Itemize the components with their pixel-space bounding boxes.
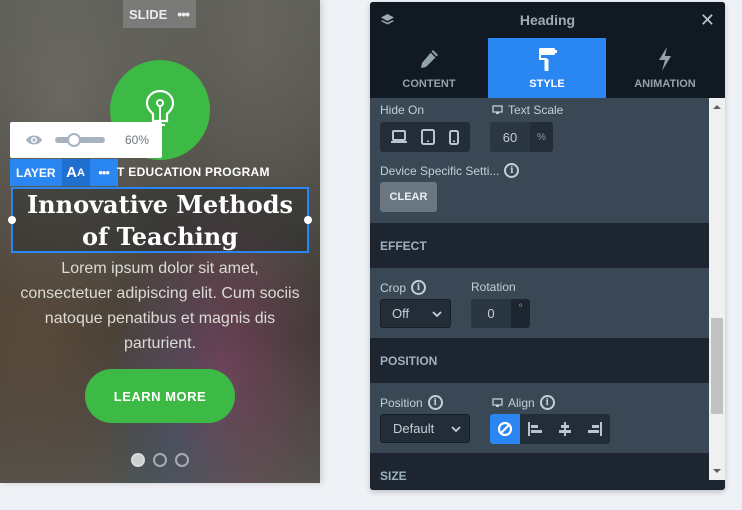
info-icon[interactable]: i [539, 395, 555, 410]
layer-toolbar[interactable]: LAYER AA ••• [10, 159, 118, 186]
hide-on-label: Hide On [380, 103, 425, 117]
scrollbar-thumb[interactable] [711, 318, 723, 414]
panel-header[interactable]: Heading ✕ [370, 2, 725, 38]
device-specific-label-text: Device Specific Setti... [380, 163, 500, 178]
rotation-unit: ° [518, 303, 523, 314]
info-icon[interactable]: i [427, 395, 443, 410]
panel-scrollbar[interactable] [709, 98, 725, 480]
slide-toolbar[interactable]: SLIDE ••• [123, 0, 196, 28]
hide-on-toggle-group [380, 122, 470, 152]
monitor-icon [492, 105, 503, 114]
tab-style-label: STYLE [529, 78, 565, 90]
none-icon [497, 421, 513, 437]
rotation-label: Rotation [471, 280, 516, 294]
resize-handle-left[interactable] [8, 216, 16, 224]
info-icon[interactable]: i [411, 280, 427, 295]
position-label-text: Position [380, 395, 423, 410]
lightning-icon [659, 47, 671, 71]
layer-button[interactable]: LAYER [10, 159, 62, 186]
eye-icon[interactable] [25, 133, 43, 147]
tab-content-label: CONTENT [402, 78, 456, 90]
layer-settings-panel: Heading ✕ CONTENT STYLE ANIMATION Hide O… [370, 2, 725, 490]
learn-more-button[interactable]: LEARN MORE [85, 369, 235, 423]
opacity-popup: 60% [10, 122, 162, 158]
tablet-icon[interactable] [421, 129, 435, 145]
tab-animation[interactable]: ANIMATION [606, 38, 724, 98]
crop-label: Crop i [380, 280, 427, 295]
tab-style[interactable]: STYLE [488, 38, 606, 98]
align-label: Align i [492, 395, 555, 410]
panel-tabs: CONTENT STYLE ANIMATION [370, 38, 725, 98]
size-section-header[interactable]: SIZE [370, 453, 709, 480]
align-toggle-group [490, 414, 610, 444]
position-select[interactable]: Default [380, 414, 470, 443]
text-scale-label-text: Text Scale [508, 103, 564, 117]
align-none-button[interactable] [490, 414, 520, 444]
slide-label: SLIDE [129, 6, 168, 22]
font-icon[interactable]: AA [61, 159, 90, 186]
position-section: Position i Default Align i [370, 383, 709, 453]
resize-handle-right[interactable] [304, 216, 312, 224]
pencil-icon [421, 50, 438, 68]
align-left-icon [528, 422, 542, 436]
layers-icon[interactable] [380, 13, 395, 27]
scroll-up-arrow-icon[interactable] [713, 105, 721, 109]
align-right-button[interactable] [580, 414, 610, 444]
position-select-value: Default [393, 421, 435, 436]
text-scale-unit: % [537, 131, 546, 143]
crop-label-text: Crop [380, 280, 407, 295]
info-icon[interactable]: i [504, 163, 520, 178]
slide-dot-1[interactable] [131, 453, 145, 467]
layer-more-button[interactable]: ••• [89, 159, 118, 186]
position-label: Position i [380, 395, 443, 410]
slide-preview[interactable]: SLIDE ••• 60% LAYER AA ••• T EDUCATION P… [0, 0, 320, 483]
effect-section-header[interactable]: EFFECT [370, 223, 709, 268]
opacity-slider[interactable] [55, 133, 105, 147]
close-icon[interactable]: ✕ [700, 10, 715, 31]
slide-subtitle[interactable]: T EDUCATION PROGRAM [117, 165, 270, 179]
align-label-text: Align [508, 395, 535, 410]
position-section-header[interactable]: POSITION [370, 338, 709, 383]
tab-content[interactable]: CONTENT [370, 38, 488, 98]
opacity-slider-thumb[interactable] [67, 133, 81, 147]
slide-more-button[interactable]: ••• [177, 6, 190, 22]
slide-heading[interactable]: Innovative Methods of Teaching [13, 189, 307, 253]
slide-dot-3[interactable] [175, 453, 189, 467]
font-icon-big: A [66, 164, 78, 181]
paint-roller-icon [539, 48, 557, 71]
font-icon-small: A [77, 166, 85, 179]
tab-animation-label: ANIMATION [634, 78, 696, 90]
scroll-down-arrow-icon[interactable] [713, 469, 721, 473]
chevron-down-icon [451, 425, 461, 432]
rotation-value[interactable]: 0 [471, 299, 511, 328]
clear-button[interactable]: CLEAR [380, 182, 437, 212]
opacity-value: 60% [125, 133, 150, 147]
slide-dot-2[interactable] [153, 453, 167, 467]
slide-body-text[interactable]: Lorem ipsum dolor sit amet, consectetuer… [15, 256, 305, 356]
slide-pagination [131, 453, 189, 467]
effect-section: Crop i Off Rotation 0 ° [370, 268, 709, 338]
device-specific-label: Device Specific Setti... i [380, 163, 520, 178]
heading-layer-selected[interactable]: Innovative Methods of Teaching [8, 187, 312, 253]
crop-select[interactable]: Off [380, 299, 451, 328]
desktop-icon[interactable] [391, 130, 407, 144]
align-center-button[interactable] [550, 414, 580, 444]
text-scale-value[interactable]: 60 [490, 122, 530, 152]
chevron-down-icon [432, 310, 442, 317]
align-right-icon [588, 422, 602, 436]
monitor-icon [492, 397, 503, 407]
crop-select-value: Off [392, 306, 410, 321]
align-center-icon [559, 422, 571, 436]
mobile-icon[interactable] [449, 129, 459, 145]
align-left-button[interactable] [520, 414, 550, 444]
panel-body: Hide On Text Scale 60 % Device Specific … [370, 98, 709, 480]
visibility-section: Hide On Text Scale 60 % Device Specific … [370, 98, 709, 223]
text-scale-input[interactable]: 60 % [490, 122, 553, 152]
text-scale-label: Text Scale [492, 103, 563, 117]
rotation-input[interactable]: 0 ° [471, 299, 530, 328]
panel-title: Heading [519, 12, 576, 28]
